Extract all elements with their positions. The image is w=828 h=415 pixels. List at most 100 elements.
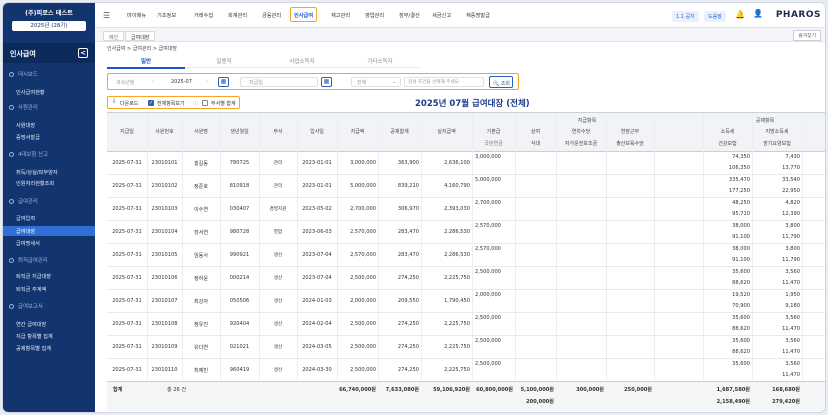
table-cell-base[interactable]: 2,500,000 xyxy=(475,361,501,367)
table-cell-income-tax[interactable]: 35,600 xyxy=(703,338,750,344)
table-cell-net[interactable]: 2,225,750 xyxy=(421,275,470,281)
table-cell-join[interactable]: 2024-02-04 xyxy=(297,321,337,327)
bell-icon[interactable]: 🔔 xyxy=(735,10,745,19)
table-cell-ded[interactable]: 283,470 xyxy=(378,229,419,235)
table-cell-date[interactable]: 2025-07-31 xyxy=(107,229,147,235)
column-header-total_pay[interactable]: 지급액 xyxy=(337,128,378,135)
table-cell-dept[interactable]: 관리 xyxy=(259,160,297,166)
table-cell-local-tax[interactable]: 3,560 xyxy=(752,361,800,367)
sidebar-item[interactable]: 취득/상실/피부양자 xyxy=(16,169,58,176)
table-cell-local-tax[interactable]: 3,800 xyxy=(752,246,800,252)
table-cell-base[interactable]: 2,700,000 xyxy=(475,200,501,206)
table-cell-net[interactable]: 1,790,450 xyxy=(421,298,470,304)
column-header-dept[interactable]: 부서 xyxy=(259,128,297,135)
version-notice-badge[interactable]: 1.1 공지 xyxy=(672,11,699,22)
table-cell-dept[interactable]: 생산 xyxy=(259,298,297,304)
column-header-join[interactable]: 입사일 xyxy=(297,128,337,135)
sidebar-item[interactable]: 공제항목별 집계 xyxy=(16,345,51,352)
subtab-other-income[interactable]: 기타소득자 xyxy=(341,57,419,65)
table-cell-health-ins[interactable]: 88,620 xyxy=(703,349,750,355)
table-cell-dept[interactable]: 생산 xyxy=(259,367,297,373)
table-cell-birth[interactable]: 960419 xyxy=(220,367,259,373)
column-header-deduct[interactable]: 공제합계 xyxy=(378,128,421,135)
sidebar-item[interactable]: 퇴직금 지급대장 xyxy=(16,273,51,280)
subtab-business-income[interactable]: 사업소득자 xyxy=(263,57,341,65)
table-cell-dept[interactable]: 생산 xyxy=(259,344,297,350)
table-cell-local-tax[interactable]: 1,950 xyxy=(752,292,800,298)
table-cell-ded[interactable]: 209,550 xyxy=(378,298,419,304)
table-cell-health-ins[interactable]: 70,900 xyxy=(703,303,750,309)
table-cell-pay[interactable]: 5,000,000 xyxy=(337,183,376,189)
table-cell-no[interactable]: 23010109 xyxy=(147,344,182,350)
column-header-name[interactable]: 사원명 xyxy=(182,128,220,135)
table-cell-no[interactable]: 23010106 xyxy=(147,275,182,281)
table-cell-base[interactable]: 2,500,000 xyxy=(475,269,501,275)
nav-item[interactable]: 인사급여 xyxy=(290,7,318,22)
table-cell-ltc-ins[interactable]: 13,770 xyxy=(752,165,800,171)
table-cell-date[interactable]: 2025-07-31 xyxy=(107,183,147,189)
next-month-icon[interactable]: › xyxy=(206,79,208,85)
table-cell-dept[interactable]: 생산 xyxy=(259,321,297,327)
favorite-button[interactable]: 즐겨찾기 xyxy=(793,30,821,41)
table-cell-date[interactable]: 2025-07-31 xyxy=(107,252,147,258)
table-cell-ded[interactable]: 274,250 xyxy=(378,321,419,327)
table-cell-base[interactable]: 5,000,000 xyxy=(475,177,501,183)
table-cell-health-ins[interactable]: 95,710 xyxy=(703,211,750,217)
table-cell-birth[interactable]: 000214 xyxy=(220,275,259,281)
column-header-base[interactable]: 기본급 xyxy=(472,128,515,135)
column-header-income_tax[interactable]: 소득세 xyxy=(703,128,752,135)
column-header-hi[interactable]: 건강보험 xyxy=(703,140,752,147)
table-cell-ltc-ins[interactable]: 11,790 xyxy=(752,234,800,240)
nav-item[interactable]: 기초정보 xyxy=(157,12,176,19)
user-icon[interactable]: 👤 xyxy=(753,9,763,18)
table-cell-birth[interactable]: 021021 xyxy=(220,344,259,350)
table-cell-ltc-ins[interactable]: 9,180 xyxy=(752,303,800,309)
download-button[interactable]: 다운로드 xyxy=(120,100,138,107)
column-header-extra[interactable]: 연차수당 xyxy=(556,128,606,135)
table-cell-base[interactable]: 2,570,000 xyxy=(475,223,501,229)
calendar-icon[interactable]: ▦ xyxy=(218,77,229,87)
table-cell-base[interactable]: 2,500,000 xyxy=(475,315,501,321)
table-cell-ded[interactable]: 274,250 xyxy=(378,275,419,281)
table-cell-name[interactable]: 최예빈 xyxy=(182,367,220,374)
table-cell-income-tax[interactable]: 19,520 xyxy=(703,292,750,298)
sidebar-item[interactable]: 연간 급여대장 xyxy=(16,321,46,328)
table-cell-ltc-ins[interactable]: 11,470 xyxy=(752,280,800,286)
table-cell-ltc-ins[interactable]: 11,470 xyxy=(752,326,800,332)
nav-item[interactable]: 마이메뉴 xyxy=(127,12,146,19)
table-cell-name[interactable]: 임동사 xyxy=(182,252,220,259)
table-cell-net[interactable]: 2,286,530 xyxy=(421,252,470,258)
prev-month-icon[interactable]: ‹ xyxy=(152,79,154,85)
sidebar-item[interactable]: 퇴직금 추계액 xyxy=(16,286,46,293)
table-cell-base[interactable]: 2,500,000 xyxy=(475,338,501,344)
table-cell-name[interactable]: 최강자 xyxy=(182,298,220,305)
collapse-sidebar-icon[interactable]: < xyxy=(78,48,88,58)
table-cell-join[interactable]: 2023-07-04 xyxy=(297,275,337,281)
table-cell-no[interactable]: 23010102 xyxy=(147,183,182,189)
table-cell-ltc-ins[interactable]: 22,950 xyxy=(752,188,800,194)
column-header-bonus[interactable]: 상여 xyxy=(515,128,556,135)
sidebar-section-2[interactable]: 4대보험 신고 xyxy=(9,150,48,158)
table-cell-no[interactable]: 23010110 xyxy=(147,367,182,373)
table-cell-join[interactable]: 2023-01-01 xyxy=(297,183,337,189)
table-cell-net[interactable]: 2,225,750 xyxy=(421,321,470,327)
dept-sum-checkbox[interactable] xyxy=(202,100,208,106)
table-cell-date[interactable]: 2025-07-31 xyxy=(107,275,147,281)
sidebar-section-0[interactable]: 대시보드 xyxy=(9,70,38,78)
table-cell-no[interactable]: 23010108 xyxy=(147,321,182,327)
nav-item[interactable]: 장부/결산 xyxy=(399,12,420,19)
table-cell-health-ins[interactable]: 177,250 xyxy=(703,188,750,194)
table-cell-net[interactable]: 2,225,750 xyxy=(421,344,470,350)
company-name[interactable]: (주)피로스 테스트 xyxy=(7,10,91,18)
table-cell-date[interactable]: 2025-07-31 xyxy=(107,298,147,304)
sidebar-item[interactable]: 급여대장 xyxy=(3,226,95,236)
table-cell-join[interactable]: 2023-07-04 xyxy=(297,252,337,258)
table-cell-health-ins[interactable]: 91,100 xyxy=(703,257,750,263)
table-cell-ded[interactable]: 363,900 xyxy=(378,160,419,166)
show-all-checkbox[interactable]: ✓ xyxy=(148,100,154,106)
table-cell-dept[interactable]: 관리 xyxy=(259,183,297,189)
sidebar-item[interactable]: 급여명세서 xyxy=(16,240,40,247)
table-cell-ded[interactable]: 283,470 xyxy=(378,252,419,258)
table-cell-birth[interactable]: 050506 xyxy=(220,298,259,304)
table-cell-base[interactable]: 2,570,000 xyxy=(475,246,501,252)
